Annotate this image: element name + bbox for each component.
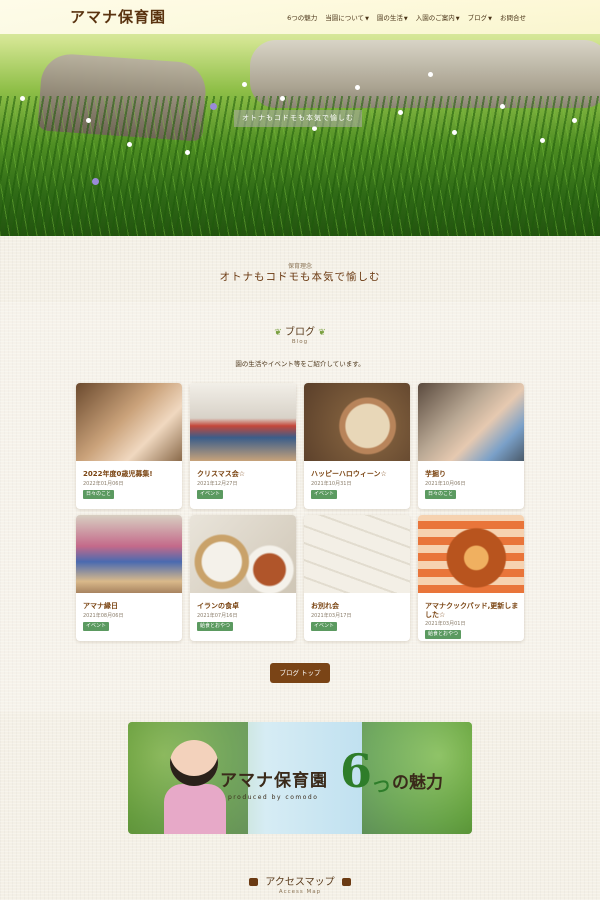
blog-card-title: お別れ会	[311, 602, 339, 610]
blog-card-date: 2022年01月06日	[83, 481, 124, 487]
blog-title: ブログ	[285, 327, 315, 338]
blog-card-title: クリスマス会☆	[197, 470, 246, 478]
main-nav: 6つの魅力 当園について▼ 園の生活▼ 入園のご案内▼ ブログ▼ お問合せ	[287, 12, 526, 22]
caret-down-icon: ▼	[488, 16, 492, 22]
blog-card-title: アマナ縁日	[83, 602, 118, 610]
blog-thumbnail	[190, 515, 296, 593]
six-charms-banner[interactable]: アマナ保育園 6 つ の魅力 produced by comodo	[128, 722, 472, 834]
flower	[20, 96, 25, 101]
blog-thumbnail	[304, 383, 410, 461]
leaf-icon: ❦	[318, 328, 326, 338]
blog-card-tag[interactable]: イベント	[197, 490, 224, 499]
bus-icon	[249, 878, 259, 886]
hero-image: オトナもコドモも本気で愉しむ	[0, 0, 600, 236]
nav-label: 入園のご案内	[415, 14, 455, 22]
flower	[398, 110, 403, 115]
blog-card-date: 2021年03月17日	[311, 613, 352, 619]
blog-card-title: ハッピーハロウィーン☆	[311, 470, 387, 478]
nav-daily-life[interactable]: 園の生活▼	[377, 12, 408, 22]
site-header: アマナ保育園 6つの魅力 当園について▼ 園の生活▼ 入園のご案内▼ ブログ▼ …	[0, 0, 600, 34]
blog-card-date: 2021年03月01日	[425, 621, 466, 627]
blog-card-tag[interactable]: 日々のこと	[83, 490, 115, 499]
blog-top-button[interactable]: ブログ トップ	[270, 663, 330, 683]
blog-thumbnail	[418, 515, 524, 593]
blog-card[interactable]: ハッピーハロウィーン☆ 2021年10月31日 イベント	[304, 383, 410, 509]
blog-card-tag[interactable]: イベント	[311, 490, 338, 499]
blog-heading: ❦ ブログ ❦	[0, 323, 600, 338]
access-title: アクセスマップ	[265, 877, 335, 888]
nav-contact[interactable]: お問合せ	[500, 12, 526, 22]
blog-card-tag[interactable]: 給食とおやつ	[425, 630, 462, 639]
nav-admission[interactable]: 入園のご案内▼	[416, 12, 460, 22]
banner-charm: の魅力	[392, 773, 443, 793]
flower	[452, 130, 457, 135]
hero-caption: オトナもコドモも本気で愉しむ	[234, 110, 362, 127]
flower	[280, 96, 285, 101]
blog-card[interactable]: お別れ会 2021年03月17日 イベント	[304, 515, 410, 641]
car-icon	[341, 878, 351, 886]
flower	[242, 82, 247, 87]
blog-thumbnail	[190, 383, 296, 461]
child-body	[164, 784, 226, 834]
blog-card[interactable]: アマナ縁日 2021年08月06日 イベント	[76, 515, 182, 641]
blog-thumbnail	[76, 515, 182, 593]
access-heading: アクセスマップ	[0, 873, 600, 888]
blog-card-tag[interactable]: 給食とおやつ	[197, 622, 234, 631]
blog-thumbnail	[418, 383, 524, 461]
blog-card[interactable]: アマナクックパッド,更新しました☆ 2021年03月01日 給食とおやつ	[418, 515, 524, 641]
blog-thumbnail	[304, 515, 410, 593]
blog-card[interactable]: 2022年度0歳児募集! 2022年01月06日 日々のこと	[76, 383, 182, 509]
flower	[572, 118, 577, 123]
child-head	[170, 740, 218, 786]
blog-subtitle: Blog	[291, 339, 309, 345]
blog-card-date: 2021年12月27日	[197, 481, 238, 487]
blog-card-title: 芋掘り	[425, 470, 446, 478]
site-logo[interactable]: アマナ保育園	[70, 6, 166, 27]
blog-card[interactable]: イランの食卓 2021年07月16日 給食とおやつ	[190, 515, 296, 641]
banner-name: アマナ保育園	[220, 771, 328, 791]
blog-card-date: 2021年10月31日	[311, 481, 352, 487]
caret-down-icon: ▼	[365, 16, 369, 22]
flower	[210, 103, 217, 110]
blog-card-date: 2021年07月16日	[197, 613, 238, 619]
blog-card-date: 2021年10月06日	[425, 481, 466, 487]
flower	[428, 72, 433, 77]
flower	[500, 104, 505, 109]
blog-card-tag[interactable]: イベント	[311, 622, 338, 631]
blog-card-date: 2021年08月06日	[83, 613, 124, 619]
motto-text: オトナもコドモも本気で愉しむ	[219, 271, 381, 283]
nav-label: ブログ	[467, 14, 488, 22]
blog-card-title: 2022年度0歳児募集!	[83, 470, 153, 478]
blog-description: 園の生活やイベント等をご紹介しています。	[235, 360, 365, 368]
blog-card-title: イランの食卓	[197, 602, 239, 610]
banner-six: 6	[340, 744, 373, 798]
nav-6-charms[interactable]: 6つの魅力	[287, 12, 317, 22]
nav-label: 6つの魅力	[287, 14, 318, 22]
flower	[185, 150, 190, 155]
blog-card-tag[interactable]: 日々のこと	[425, 490, 457, 499]
blog-card-title: アマナクックパッド,更新しました☆	[425, 602, 519, 619]
blog-thumbnail	[76, 383, 182, 461]
flower	[540, 138, 545, 143]
caret-down-icon: ▼	[455, 16, 460, 22]
flower	[127, 142, 132, 147]
nav-about[interactable]: 当園について▼	[325, 12, 369, 22]
nav-label: お問合せ	[500, 14, 526, 22]
flower	[86, 118, 91, 123]
banner-tsu: つ	[373, 777, 390, 797]
nav-label: 当園について	[325, 14, 365, 22]
access-subtitle: Access Map	[278, 889, 322, 895]
nav-label: 園の生活	[376, 14, 403, 22]
blog-card-tag[interactable]: イベント	[83, 622, 110, 631]
leaf-icon: ❦	[274, 328, 282, 338]
flower	[355, 85, 360, 90]
blog-card[interactable]: クリスマス会☆ 2021年12月27日 イベント	[190, 383, 296, 509]
caret-down-icon: ▼	[403, 16, 408, 22]
flower	[92, 178, 99, 185]
blog-card[interactable]: 芋掘り 2021年10月06日 日々のこと	[418, 383, 524, 509]
banner-credit: produced by comodo	[228, 794, 319, 801]
nav-blog[interactable]: ブログ▼	[468, 12, 492, 22]
